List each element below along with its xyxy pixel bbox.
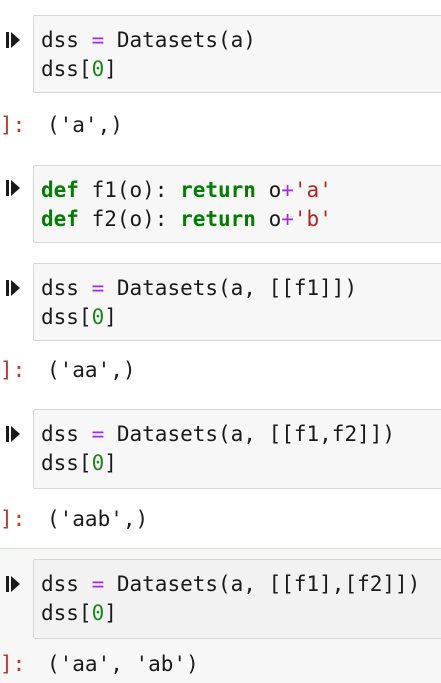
code-token: 0 (91, 305, 105, 329)
run-cell-icon[interactable] (6, 32, 20, 48)
cell-output: ('aab',) (47, 507, 149, 531)
code-token: ] (104, 305, 117, 329)
notebook-cell[interactable]: dss = Datasets(a) dss[0] ]: ('a',) (0, 0, 441, 150)
code-line: dss[0] (41, 599, 441, 628)
output-prompt: ]: (0, 652, 26, 676)
code-token: 0 (91, 451, 105, 475)
code-token: = (91, 276, 105, 300)
code-token: dss[ (41, 601, 92, 625)
code-token: dss (41, 276, 92, 300)
code-token: ] (104, 601, 117, 625)
code-input[interactable]: dss = Datasets(a) dss[0] (33, 15, 441, 93)
code-token: dss[ (41, 305, 92, 329)
code-token: = (91, 572, 105, 596)
code-token: ] (104, 57, 117, 81)
code-line: def f2(o): return o+'b' (41, 205, 441, 234)
notebook-cell[interactable]: def f1(o): return o+'a' def f2(o): return… (0, 150, 441, 255)
code-token: = (91, 28, 105, 52)
run-cell-icon[interactable] (6, 426, 20, 442)
output-prompt: ]: (0, 507, 26, 531)
run-cell-icon[interactable] (6, 576, 20, 592)
cell-output: ('aa',) (47, 358, 136, 382)
code-token: Datasets(a, [[f1]]) (104, 276, 358, 300)
code-token: def (41, 178, 79, 202)
code-line: dss = Datasets(a, [[f1,f2]]) (41, 420, 441, 449)
code-token: 0 (91, 57, 105, 81)
code-token: o (255, 207, 282, 231)
code-line: dss = Datasets(a, [[f1],[f2]]) (41, 570, 441, 599)
code-token: return (180, 207, 256, 231)
code-token: dss (41, 572, 92, 596)
code-token: + (281, 178, 294, 202)
code-token: 'a' (293, 178, 332, 202)
code-token: dss (41, 422, 92, 446)
cell-output: ('aa', 'ab') (47, 652, 199, 676)
code-input[interactable]: dss = Datasets(a, [[f1],[f2]]) dss[0] (33, 559, 441, 639)
code-token: Datasets(a, [[f1,f2]]) (104, 422, 396, 446)
code-token: + (281, 207, 294, 231)
code-token: dss[ (41, 451, 92, 475)
code-line: dss = Datasets(a, [[f1]]) (41, 274, 441, 303)
run-cell-icon[interactable] (6, 180, 20, 196)
code-token: f2(o): (78, 207, 181, 231)
notebook-cell-selected[interactable]: dss = Datasets(a, [[f1],[f2]]) dss[0] ]: … (0, 549, 441, 683)
notebook-cell[interactable]: dss = Datasets(a, [[f1,f2]]) dss[0] ]: ('… (0, 400, 441, 550)
notebook-cell[interactable]: dss = Datasets(a, [[f1]]) dss[0] ]: ('aa'… (0, 255, 441, 400)
code-token: o (255, 178, 282, 202)
code-token: return (180, 178, 256, 202)
code-input[interactable]: dss = Datasets(a, [[f1]]) dss[0] (33, 263, 441, 341)
code-line: dss[0] (41, 449, 441, 478)
output-prompt: ]: (0, 113, 26, 137)
code-token: Datasets(a, [[f1],[f2]]) (104, 572, 421, 596)
code-token: 'b' (293, 207, 332, 231)
code-token: dss (41, 28, 92, 52)
code-token: Datasets(a) (104, 28, 256, 52)
code-line: def f1(o): return o+'a' (41, 176, 441, 205)
code-input[interactable]: def f1(o): return o+'a' def f2(o): return… (33, 165, 441, 243)
code-token: dss[ (41, 57, 92, 81)
code-line: dss = Datasets(a) (41, 26, 441, 55)
code-token: = (91, 422, 105, 446)
output-prompt: ]: (0, 358, 26, 382)
code-token: def (41, 207, 79, 231)
code-line: dss[0] (41, 303, 441, 332)
cell-output: ('a',) (47, 113, 123, 137)
code-line: dss[0] (41, 55, 441, 84)
code-token: 0 (91, 601, 105, 625)
code-token: ] (104, 451, 117, 475)
code-token: f1(o): (78, 178, 181, 202)
run-cell-icon[interactable] (6, 280, 20, 296)
code-input[interactable]: dss = Datasets(a, [[f1,f2]]) dss[0] (33, 409, 441, 489)
